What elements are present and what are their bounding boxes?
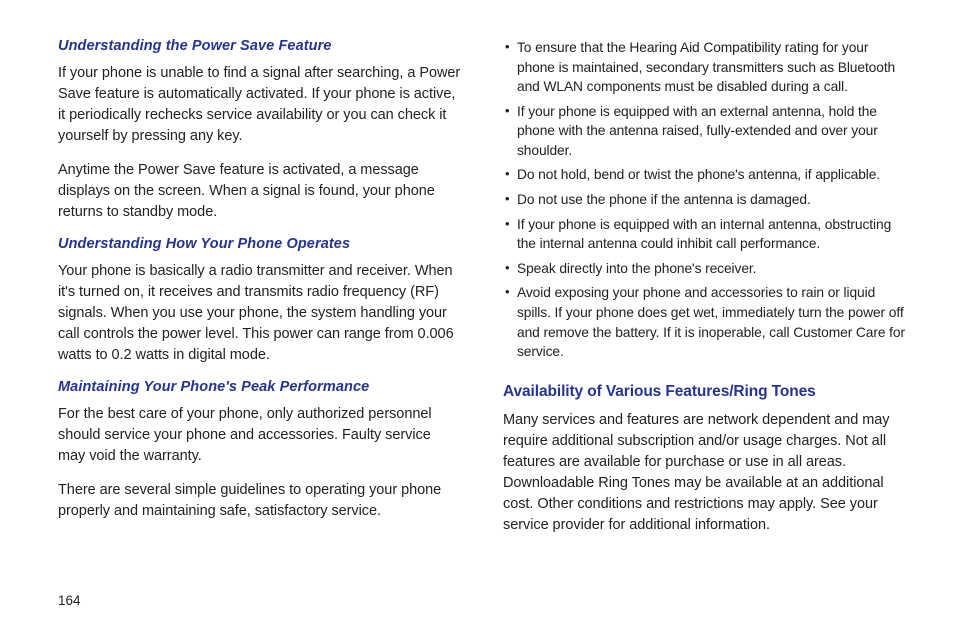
- para: Anytime the Power Save feature is activa…: [58, 160, 461, 223]
- list-item: Do not use the phone if the antenna is d…: [503, 190, 906, 210]
- page-content: Understanding the Power Save Feature If …: [0, 0, 954, 559]
- para: Many services and features are network d…: [503, 410, 906, 536]
- subhead-peak-performance: Maintaining Your Phone's Peak Performanc…: [58, 379, 461, 395]
- heading-availability: Availability of Various Features/Ring To…: [503, 383, 906, 401]
- list-item: If your phone is equipped with an extern…: [503, 102, 906, 161]
- para: There are several simple guidelines to o…: [58, 480, 461, 522]
- para: If your phone is unable to find a signal…: [58, 63, 461, 147]
- page-number: 164: [58, 593, 81, 608]
- subhead-power-save: Understanding the Power Save Feature: [58, 38, 461, 54]
- list-item: To ensure that the Hearing Aid Compatibi…: [503, 38, 906, 97]
- list-item: Speak directly into the phone's receiver…: [503, 259, 906, 279]
- list-item: If your phone is equipped with an intern…: [503, 215, 906, 254]
- list-item: Avoid exposing your phone and accessorie…: [503, 283, 906, 361]
- para: For the best care of your phone, only au…: [58, 404, 461, 467]
- left-column: Understanding the Power Save Feature If …: [58, 38, 461, 549]
- right-column: To ensure that the Hearing Aid Compatibi…: [503, 38, 906, 549]
- guidelines-list: To ensure that the Hearing Aid Compatibi…: [503, 38, 906, 367]
- subhead-phone-operates: Understanding How Your Phone Operates: [58, 236, 461, 252]
- para: Your phone is basically a radio transmit…: [58, 261, 461, 366]
- list-item: Do not hold, bend or twist the phone's a…: [503, 165, 906, 185]
